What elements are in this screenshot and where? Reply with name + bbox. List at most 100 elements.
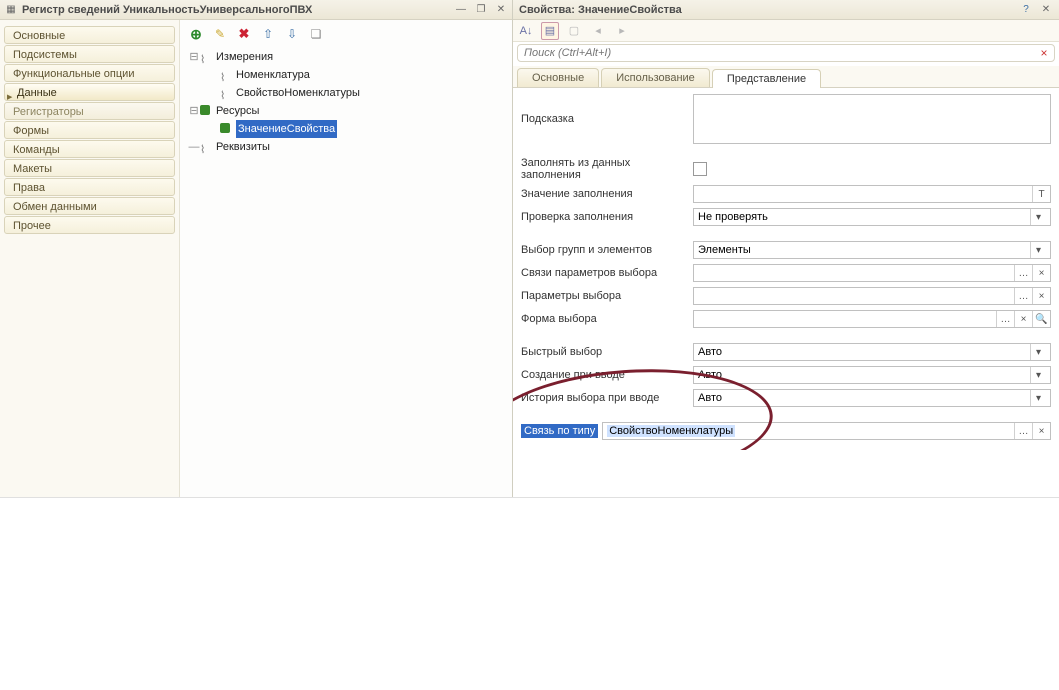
register-icon: ▦ <box>4 3 18 17</box>
hint-textarea[interactable] <box>693 94 1051 144</box>
create-on-input-label: Создание при вводе <box>521 369 693 381</box>
expand-icon[interactable]: — <box>188 138 200 156</box>
tab-presentation[interactable]: Представление <box>712 69 821 88</box>
clear-button[interactable]: × <box>1032 288 1050 304</box>
sidebar-item-functional-options[interactable]: Функциональные опции <box>4 64 175 82</box>
sidebar-label: Обмен данными <box>13 201 97 213</box>
dimension-icon: ⌇ <box>220 87 232 99</box>
close-button[interactable]: ✕ <box>494 3 508 17</box>
sidebar-item-other[interactable]: Прочее <box>4 216 175 234</box>
resource-icon <box>220 123 232 135</box>
tree-group-resources[interactable]: ⊟ Ресурсы <box>186 102 506 120</box>
properties-titlebar: Свойства: ЗначениеСвойства ? ✕ <box>513 0 1059 20</box>
section-sidebar: Основные Подсистемы Функциональные опции… <box>0 20 180 497</box>
open-dialog-button[interactable]: … <box>1014 423 1032 439</box>
chevron-down-icon[interactable]: ▾ <box>1030 390 1046 406</box>
sidebar-item-subsystems[interactable]: Подсистемы <box>4 45 175 63</box>
tab-main[interactable]: Основные <box>517 68 599 87</box>
combo-value: Элементы <box>698 244 751 256</box>
link-by-type-row: Связь по типу СвойствоНоменклатуры … × <box>521 421 1051 441</box>
fill-value-label: Значение заполнения <box>521 188 693 200</box>
sidebar-item-exchange[interactable]: Обмен данными <box>4 197 175 215</box>
clear-button[interactable]: × <box>1032 423 1050 439</box>
tree-label: СвойствоНоменклатуры <box>236 84 360 102</box>
link-by-type-input[interactable]: СвойствоНоменклатуры <box>602 422 1051 440</box>
copy-button[interactable]: ❏ <box>308 26 324 42</box>
dimension-icon: ⌇ <box>220 69 232 81</box>
group-selection-combo[interactable]: Элементы ▾ <box>693 241 1051 259</box>
dimensions-icon: ⌇ <box>200 51 212 63</box>
tree-dimension-item[interactable]: ⌇ СвойствоНоменклатуры <box>218 84 506 102</box>
add-button[interactable]: ⊕ <box>188 26 204 42</box>
selection-params-input[interactable] <box>693 287 1051 305</box>
fill-check-label: Проверка заполнения <box>521 211 693 223</box>
tree-label: Измерения <box>216 48 273 66</box>
param-links-label: Связи параметров выбора <box>521 267 693 279</box>
filter-icon: ▢ <box>565 22 583 40</box>
tree-group-dimensions[interactable]: ⊟ ⌇ Измерения <box>186 48 506 66</box>
help-button[interactable]: ? <box>1019 3 1033 17</box>
chevron-down-icon[interactable]: ▾ <box>1030 367 1046 383</box>
sidebar-label: Функциональные опции <box>13 68 134 80</box>
hint-label: Подсказка <box>521 113 693 125</box>
sidebar-item-rights[interactable]: Права <box>4 178 175 196</box>
sidebar-label: Прочее <box>13 220 51 232</box>
fill-value-input[interactable] <box>693 185 1051 203</box>
edit-button[interactable]: ✎ <box>212 26 228 42</box>
sort-az-icon[interactable]: A↓ <box>517 22 535 40</box>
find-button[interactable]: 🔍 <box>1032 311 1050 327</box>
selection-form-label: Форма выбора <box>521 313 693 325</box>
delete-button[interactable]: ✖ <box>236 26 252 42</box>
open-dialog-button[interactable]: … <box>996 311 1014 327</box>
open-dialog-button[interactable]: … <box>1014 265 1032 281</box>
attributes-icon: ⌇ <box>200 141 212 153</box>
sidebar-item-main[interactable]: Основные <box>4 26 175 44</box>
sidebar-item-registrators[interactable]: Регистраторы <box>4 102 175 120</box>
chevron-down-icon[interactable]: ▾ <box>1030 344 1046 360</box>
fill-from-data-checkbox[interactable] <box>693 162 707 176</box>
param-links-input[interactable] <box>693 264 1051 282</box>
sidebar-label: Данные <box>17 87 57 99</box>
properties-toolbar: A↓ ▤ ▢ ◂ ▸ <box>513 20 1059 42</box>
combo-value: Не проверять <box>698 211 768 223</box>
left-titlebar: ▦ Регистр сведений УникальностьУниверсал… <box>0 0 512 20</box>
close-properties-button[interactable]: ✕ <box>1039 3 1053 17</box>
quick-selection-combo[interactable]: Авто▾ <box>693 343 1051 361</box>
tab-usage[interactable]: Использование <box>601 68 710 87</box>
clear-search-button[interactable]: × <box>1037 46 1051 60</box>
resources-icon <box>200 105 212 117</box>
tree-dimension-item[interactable]: ⌇ Номенклатура <box>218 66 506 84</box>
move-down-button[interactable]: ⇩ <box>284 26 300 42</box>
clear-button[interactable]: × <box>1014 311 1032 327</box>
tree-group-attributes[interactable]: — ⌇ Реквизиты <box>186 138 506 156</box>
sidebar-item-forms[interactable]: Формы <box>4 121 175 139</box>
tree-resource-item-selected[interactable]: ЗначениеСвойства <box>218 120 506 138</box>
minimize-button[interactable]: — <box>454 3 468 17</box>
sidebar-item-templates[interactable]: Макеты <box>4 159 175 177</box>
chevron-down-icon[interactable]: ▾ <box>1030 209 1046 225</box>
left-window-title: Регистр сведений УникальностьУниверсальн… <box>22 4 312 16</box>
open-dialog-button[interactable]: … <box>1014 288 1032 304</box>
sidebar-item-commands[interactable]: Команды <box>4 140 175 158</box>
sidebar-item-data[interactable]: Данные <box>4 83 175 101</box>
collapse-icon[interactable]: ⊟ <box>188 48 200 66</box>
properties-search: × <box>517 44 1055 64</box>
tree-label: Реквизиты <box>216 138 270 156</box>
type-button[interactable]: T <box>1032 186 1050 202</box>
sidebar-label: Подсистемы <box>13 49 77 61</box>
categories-icon[interactable]: ▤ <box>541 22 559 40</box>
search-input[interactable] <box>517 44 1055 62</box>
input-history-combo[interactable]: Авто ▾ <box>693 389 1051 407</box>
chevron-down-icon[interactable]: ▾ <box>1030 242 1046 258</box>
move-up-button[interactable]: ⇧ <box>260 26 276 42</box>
sidebar-label: Формы <box>13 125 49 137</box>
collapse-icon[interactable]: ⊟ <box>188 102 200 120</box>
combo-value: Авто <box>698 392 722 404</box>
create-on-input-combo[interactable]: Авто▾ <box>693 366 1051 384</box>
restore-button[interactable]: ❐ <box>474 3 488 17</box>
clear-button[interactable]: × <box>1032 265 1050 281</box>
group-selection-label: Выбор групп и элементов <box>521 244 693 256</box>
tree-toolbar: ⊕ ✎ ✖ ⇧ ⇩ ❏ <box>186 24 506 48</box>
fill-check-combo[interactable]: Не проверять ▾ <box>693 208 1051 226</box>
properties-form: Подсказка Заполнять из данных заполнения… <box>513 88 1059 450</box>
